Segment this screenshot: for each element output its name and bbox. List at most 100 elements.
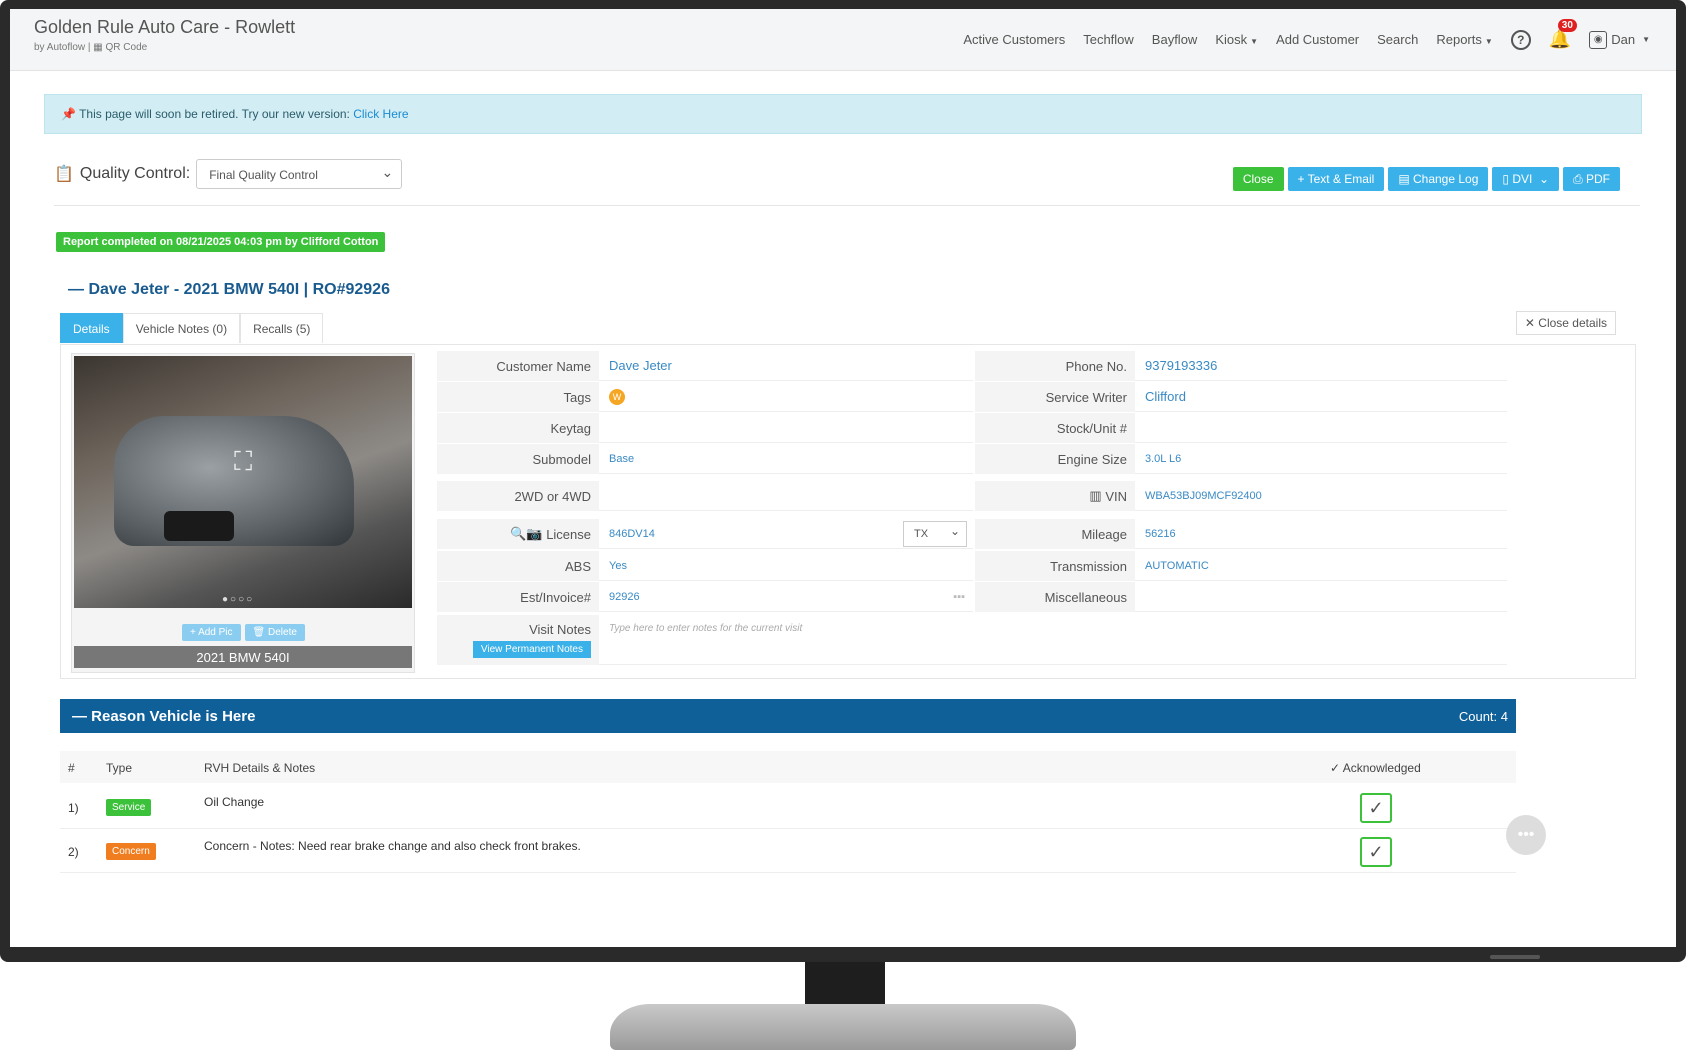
visit-notes-input[interactable]: Type here to enter notes for the current…	[599, 615, 1507, 665]
visit-notes-label: Visit Notes	[529, 622, 591, 637]
tab-details[interactable]: Details	[60, 313, 123, 343]
visit-notes-placeholder: Type here to enter notes for the current…	[609, 623, 803, 634]
brand-title[interactable]: Golden Rule Auto Care - Rowlett	[34, 17, 295, 38]
value-drive[interactable]	[599, 481, 973, 511]
change-log-button[interactable]: ▤ Change Log	[1388, 167, 1489, 191]
brand-sub[interactable]: by Autoflow | ▦ QR Code	[34, 42, 295, 53]
caret-down-icon: ▼	[1642, 35, 1650, 44]
value-keytag[interactable]	[599, 413, 973, 443]
view-permanent-notes-button[interactable]: View Permanent Notes	[472, 641, 591, 658]
alert-text: This page will soon be retired. Try our …	[79, 107, 354, 121]
nav-active-customers[interactable]: Active Customers	[963, 32, 1065, 47]
value-mileage[interactable]: 56216	[1135, 519, 1507, 549]
expand-icon[interactable]: ⛶	[234, 446, 252, 478]
tab-recalls[interactable]: Recalls (5)	[240, 313, 324, 343]
row-engine: Engine Size 3.0L L6	[975, 444, 1507, 474]
log-icon: ▤	[1398, 172, 1413, 186]
value-abs[interactable]: Yes	[599, 551, 973, 581]
dvi-button[interactable]: ▯ DVI ⌄	[1492, 167, 1560, 191]
label-tags: Tags	[437, 382, 599, 412]
label-mileage: Mileage	[975, 519, 1135, 549]
value-transmission[interactable]: AUTOMATIC	[1135, 551, 1507, 581]
action-buttons: Close + Text & Email ▤ Change Log ▯ DVI …	[1232, 167, 1620, 191]
close-details-button[interactable]: ✕ Close details	[1515, 311, 1616, 335]
clipboard-icon: ▯	[1502, 172, 1513, 186]
row-num: 2)	[68, 845, 79, 859]
vehicle-title[interactable]: — Dave Jeter - 2021 BMW 540I | RO#92926	[68, 281, 390, 299]
label-est: Est/Invoice#	[437, 582, 599, 612]
row-est: Est/Invoice# 92926 ▪▪▪	[437, 582, 973, 612]
license-state-select[interactable]: TX	[903, 521, 967, 547]
label-misc: Miscellaneous	[975, 582, 1135, 612]
pdf-label: PDF	[1586, 172, 1610, 186]
label-abs: ABS	[437, 551, 599, 581]
col-num: #	[68, 761, 75, 775]
vin-label: VIN	[1105, 488, 1127, 504]
chat-icon[interactable]: •••	[1506, 815, 1546, 855]
row-details: Concern - Notes: Need rear brake change …	[204, 839, 581, 853]
pdf-button[interactable]: ⎙ PDF	[1563, 167, 1620, 191]
row-mileage: Mileage 56216	[975, 519, 1507, 549]
notification-badge: 30	[1557, 19, 1577, 32]
camera-icon[interactable]: 📷	[526, 526, 546, 542]
tab-vehicle-notes[interactable]: Vehicle Notes (0)	[122, 313, 241, 343]
label-drive: 2WD or 4WD	[437, 481, 599, 511]
user-icon: ◉	[1589, 30, 1608, 49]
acknowledged-checkbox[interactable]: ✓	[1360, 837, 1392, 867]
tag-icon[interactable]: W	[609, 388, 625, 405]
carousel-dots[interactable]: ●○○○	[222, 594, 254, 605]
nav-add-customer[interactable]: Add Customer	[1276, 32, 1359, 47]
row-keytag: Keytag	[437, 413, 973, 443]
alert-link[interactable]: Click Here	[353, 107, 408, 121]
reason-header[interactable]: — Reason Vehicle is Here Count: 4	[60, 699, 1516, 733]
nav-reports[interactable]: Reports ▼	[1436, 32, 1492, 47]
nav-techflow[interactable]: Techflow	[1083, 32, 1134, 47]
row-num: 1)	[68, 801, 79, 815]
value-writer[interactable]: Clifford	[1135, 382, 1507, 412]
value-stock[interactable]	[1135, 413, 1507, 443]
notifications-button[interactable]: 🔔 30	[1549, 19, 1577, 50]
clipboard-icon: 📋	[54, 166, 74, 183]
user-menu[interactable]: ◉ Dan ▼	[1589, 30, 1650, 49]
row-vin: ▥ VIN WBA53BJ09MCF92400	[975, 481, 1507, 511]
nav-search[interactable]: Search	[1377, 32, 1418, 47]
label-license: 🔍 📷 License	[437, 519, 599, 549]
nav-bayflow[interactable]: Bayflow	[1152, 32, 1198, 47]
label-writer: Service Writer	[975, 382, 1135, 412]
add-pic-button[interactable]: + Add Pic	[182, 624, 241, 641]
label-visit-notes: Visit Notes View Permanent Notes	[437, 615, 599, 665]
row-license: 🔍 📷 License 846DV14 TX	[437, 519, 973, 549]
barcode-icon[interactable]: ▥	[1089, 488, 1105, 504]
value-submodel[interactable]: Base	[599, 444, 973, 474]
label-customer-name: Customer Name	[437, 351, 599, 381]
detail-tabs: Details Vehicle Notes (0) Recalls (5)	[60, 313, 324, 343]
value-misc[interactable]	[1135, 582, 1507, 612]
value-vin[interactable]: WBA53BJ09MCF92400	[1135, 481, 1507, 511]
col-ack: ✓ Acknowledged	[1330, 761, 1421, 775]
search-icon[interactable]: 🔍	[510, 526, 526, 542]
value-est[interactable]: 92926 ▪▪▪	[599, 582, 973, 612]
value-tags[interactable]: W	[599, 382, 973, 412]
text-email-button[interactable]: + Text & Email	[1287, 167, 1385, 191]
row-transmission: Transmission AUTOMATIC	[975, 551, 1507, 581]
row-phone: Phone No. 9379193336	[975, 351, 1507, 381]
more-icon[interactable]: ▪▪▪	[953, 591, 965, 603]
help-icon[interactable]: ?	[1510, 29, 1531, 50]
screen: Golden Rule Auto Care - Rowlett by Autof…	[10, 9, 1676, 947]
nav-links: Active Customers Techflow Bayflow Kiosk ▼…	[963, 19, 1650, 50]
delete-pic-button[interactable]: 🗑 Delete	[244, 624, 305, 641]
nav-kiosk[interactable]: Kiosk ▼	[1215, 32, 1258, 47]
value-license[interactable]: 846DV14 TX	[599, 519, 973, 549]
retirement-alert: 📌 This page will soon be retired. Try ou…	[44, 94, 1642, 134]
acknowledged-checkbox[interactable]: ✓	[1360, 793, 1392, 823]
value-customer-name[interactable]: Dave Jeter	[599, 351, 973, 381]
type-badge: Service	[106, 799, 152, 816]
photo-caption: 2021 BMW 540I	[74, 646, 412, 668]
divider	[54, 205, 1640, 206]
value-engine[interactable]: 3.0L L6	[1135, 444, 1507, 474]
value-phone[interactable]: 9379193336	[1135, 351, 1507, 381]
close-button[interactable]: Close	[1232, 167, 1284, 191]
vehicle-photo[interactable]: ⛶ ●○○○	[74, 356, 412, 608]
brand: Golden Rule Auto Care - Rowlett by Autof…	[34, 17, 295, 53]
qc-select[interactable]: Final Quality Control	[196, 159, 403, 189]
